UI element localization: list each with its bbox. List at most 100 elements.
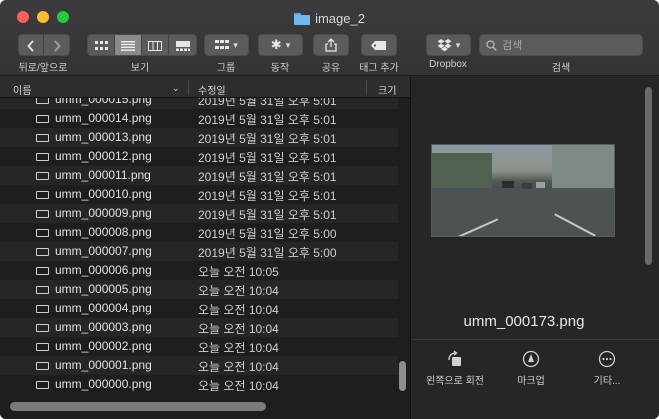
file-row[interactable]: umm_000014.png 2019년 5월 31일 오후 5:01 <box>0 109 398 128</box>
preview-separator <box>411 339 659 340</box>
folder-icon <box>294 12 311 25</box>
column-view-button[interactable] <box>142 35 169 55</box>
rotate-left-button[interactable]: 왼쪽으로 회전 <box>420 350 490 387</box>
markup-icon <box>522 350 540 368</box>
gear-icon: ✱ <box>270 37 282 52</box>
back-button[interactable] <box>19 35 44 55</box>
image-file-icon <box>36 191 49 199</box>
column-modified-header[interactable]: 수정일 <box>198 82 226 97</box>
file-row[interactable]: umm_000012.png 2019년 5월 31일 오후 5:01 <box>0 147 398 166</box>
file-date-modified: 2019년 5월 31일 오후 5:01 <box>198 170 337 184</box>
rotate-left-label: 왼쪽으로 회전 <box>426 376 484 387</box>
rotate-left-icon <box>448 350 461 366</box>
search-label: 검색 <box>551 63 571 74</box>
list-vertical-scrollbar[interactable] <box>399 361 406 391</box>
share-button[interactable] <box>313 34 349 56</box>
image-file-icon <box>36 343 49 351</box>
file-date-modified: 오늘 오전 10:04 <box>198 360 279 374</box>
file-date-modified: 2019년 5월 31일 오후 5:01 <box>198 113 337 127</box>
share-icon <box>325 38 337 52</box>
dropbox-button[interactable]: ▾ <box>426 34 471 56</box>
tags-control <box>361 34 397 56</box>
file-name: umm_000008.png <box>55 225 152 239</box>
tag-icon <box>371 40 386 50</box>
file-row[interactable]: umm_000005.png 오늘 오전 10:04 <box>0 280 398 299</box>
action-label: 동작 <box>270 63 290 74</box>
finder-window: image_2 뒤로/앞으로 보기 ▾ 그룹 ✱ ▾ 동작 공유 태그 추가 ▾… <box>0 0 659 419</box>
file-date-modified: 오늘 오전 10:04 <box>198 379 279 393</box>
share-label: 공유 <box>321 63 341 74</box>
file-name: umm_000000.png <box>55 377 152 391</box>
file-date-modified: 오늘 오전 10:04 <box>198 341 279 355</box>
file-name: umm_000006.png <box>55 263 152 277</box>
dropbox-label: Dropbox <box>429 59 467 70</box>
column-size-header[interactable]: 크기 <box>378 82 396 97</box>
column-separator <box>188 80 189 95</box>
file-row[interactable]: umm_000003.png 오늘 오전 10:04 <box>0 318 398 337</box>
dropbox-icon <box>437 38 452 51</box>
action-control: ✱ ▾ <box>258 34 303 56</box>
file-name: umm_000005.png <box>55 282 152 296</box>
file-date-modified: 2019년 5월 31일 오후 5:01 <box>198 151 337 165</box>
column-header: 이름 ⌄ 수정일 크기 <box>0 77 410 98</box>
file-row[interactable]: umm_000013.png 2019년 5월 31일 오후 5:01 <box>0 128 398 147</box>
file-name: umm_000011.png <box>55 168 151 182</box>
group-grid-icon <box>215 40 230 49</box>
file-row[interactable]: umm_000011.png 2019년 5월 31일 오후 5:01 <box>0 166 398 185</box>
share-control <box>313 34 349 56</box>
more-button[interactable]: 기타... <box>572 350 642 387</box>
image-file-icon <box>36 248 49 256</box>
markup-label: 마크업 <box>517 376 545 387</box>
group-label: 그룹 <box>216 63 236 74</box>
list-horizontal-scrollbar[interactable] <box>10 402 266 411</box>
group-button[interactable]: ▾ <box>204 34 249 56</box>
list-view-button[interactable] <box>115 35 142 55</box>
columns-icon <box>148 41 162 51</box>
gallery-view-button[interactable] <box>169 35 196 55</box>
file-row[interactable]: umm_000008.png 2019년 5월 31일 오후 5:00 <box>0 223 398 242</box>
icon-view-button[interactable] <box>88 35 115 55</box>
tags-label: 태그 추가 <box>359 63 399 74</box>
file-name: umm_000002.png <box>55 339 152 353</box>
chevron-down-icon: ▾ <box>233 39 238 50</box>
file-row[interactable]: umm_000009.png 2019년 5월 31일 오후 5:01 <box>0 204 398 223</box>
view-control <box>87 34 197 56</box>
group-control: ▾ <box>204 34 249 56</box>
more-icon <box>598 350 616 368</box>
file-date-modified: 2019년 5월 31일 오후 5:01 <box>198 208 337 222</box>
preview-scrollbar[interactable] <box>645 87 652 265</box>
window-title-area: image_2 <box>0 11 659 27</box>
column-name-header[interactable]: 이름 <box>13 82 31 97</box>
file-row[interactable]: umm_000004.png 오늘 오전 10:04 <box>0 299 398 318</box>
file-row[interactable]: umm_000006.png 오늘 오전 10:05 <box>0 261 398 280</box>
file-list: umm_000015.png 2019년 5월 31일 오후 5:01 umm_00… <box>0 77 410 419</box>
forward-button[interactable] <box>44 35 69 55</box>
preview-filename: umm_000173.png <box>463 313 585 330</box>
action-button[interactable]: ✱ ▾ <box>258 34 303 56</box>
file-date-modified: 오늘 오전 10:04 <box>198 303 279 317</box>
file-name: umm_000010.png <box>55 187 152 201</box>
chevron-left-icon <box>27 40 34 52</box>
file-row[interactable]: umm_000007.png 2019년 5월 31일 오후 5:00 <box>0 242 398 261</box>
search-icon <box>486 39 497 51</box>
file-row[interactable]: umm_000002.png 오늘 오전 10:04 <box>0 337 398 356</box>
file-row[interactable]: umm_000001.png 오늘 오전 10:04 <box>0 356 398 375</box>
chevron-right-icon <box>53 40 61 52</box>
file-row[interactable]: umm_000010.png 2019년 5월 31일 오후 5:01 <box>0 185 398 204</box>
file-name: umm_000014.png <box>55 111 152 125</box>
image-file-icon <box>36 229 49 237</box>
preview-image <box>431 144 615 237</box>
preview-pane: umm_000173.png 왼쪽으로 회전 마크업 기타... <box>411 77 659 419</box>
search-field[interactable]: 검색 <box>479 34 643 56</box>
chevron-down-icon: ▾ <box>455 39 461 50</box>
file-date-modified: 오늘 오전 10:04 <box>198 322 279 336</box>
image-file-icon <box>36 381 49 389</box>
window-title: image_2 <box>315 11 365 26</box>
file-row[interactable]: umm_000000.png 오늘 오전 10:04 <box>0 375 398 394</box>
file-date-modified: 2019년 5월 31일 오후 5:00 <box>198 227 337 241</box>
sort-chevron-icon: ⌄ <box>172 83 180 93</box>
add-tag-button[interactable] <box>361 34 397 56</box>
markup-button[interactable]: 마크업 <box>496 350 566 387</box>
file-date-modified: 2019년 5월 31일 오후 5:00 <box>198 246 337 260</box>
search-placeholder: 검색 <box>502 40 523 52</box>
